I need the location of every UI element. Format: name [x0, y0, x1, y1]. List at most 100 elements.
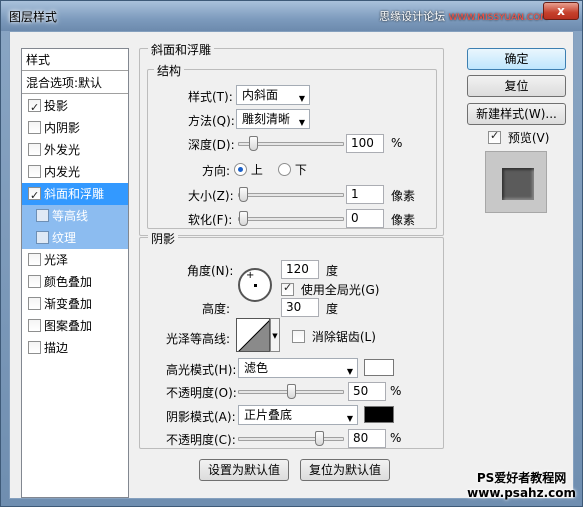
- new-style-button[interactable]: 新建样式(W)...: [467, 103, 566, 125]
- angle-unit: 度: [326, 264, 339, 278]
- style-item[interactable]: 斜面和浮雕: [22, 183, 128, 207]
- style-item[interactable]: 颜色叠加: [22, 271, 128, 293]
- style-item-label: 描边: [44, 341, 69, 355]
- depth-slider[interactable]: [238, 136, 344, 151]
- style-item[interactable]: 图案叠加: [22, 315, 128, 337]
- style-item[interactable]: 描边: [22, 337, 128, 359]
- highlight-opacity-input[interactable]: 50: [348, 382, 386, 401]
- highlight-opacity-slider[interactable]: [238, 384, 344, 399]
- style-item[interactable]: 光泽: [22, 249, 128, 271]
- angle-input[interactable]: 120: [281, 260, 319, 279]
- make-default-button[interactable]: 设置为默认值: [199, 459, 289, 481]
- style-item-label: 斜面和浮雕: [44, 187, 105, 201]
- highlight-color-swatch[interactable]: [364, 359, 394, 376]
- style-item-checkbox[interactable]: [28, 297, 41, 310]
- top-watermark: 思缘设计论坛 WWW.MISSYUAN.COM: [379, 8, 548, 24]
- bevel-style-select[interactable]: 内斜面 ▼: [236, 85, 310, 105]
- soften-slider-thumb[interactable]: [239, 211, 248, 226]
- gloss-contour-picker[interactable]: [236, 318, 270, 352]
- soften-slider[interactable]: [238, 211, 344, 226]
- antialias-option[interactable]: 消除锯齿(L): [292, 328, 376, 345]
- style-item-checkbox[interactable]: [28, 121, 41, 134]
- style-list-header[interactable]: 样式: [22, 49, 128, 71]
- blend-options-item[interactable]: 混合选项:默认: [22, 72, 128, 94]
- global-light-option[interactable]: 使用全局光(G): [281, 281, 380, 298]
- preview-thumbnail: [502, 168, 534, 200]
- style-item[interactable]: 内发光: [22, 161, 128, 183]
- shadow-mode-value: 正片叠底: [244, 408, 293, 422]
- style-item-checkbox[interactable]: [28, 275, 41, 288]
- shading-group-title: 阴影: [148, 230, 179, 247]
- depth-input[interactable]: 100: [346, 134, 384, 153]
- reset-to-default-button[interactable]: 复位为默认值: [300, 459, 390, 481]
- highlight-opacity-thumb[interactable]: [287, 384, 296, 399]
- ok-button[interactable]: 确定: [467, 48, 566, 70]
- shadow-opacity-input[interactable]: 80: [348, 429, 386, 448]
- direction-up-radio[interactable]: [234, 163, 247, 176]
- style-item-checkbox[interactable]: [28, 165, 41, 178]
- bevel-group-title: 斜面和浮雕: [148, 41, 215, 58]
- style-item[interactable]: 内阴影: [22, 117, 128, 139]
- bottom-watermark: PS爱好者教程网 www.psahz.com: [467, 471, 576, 501]
- style-item-label: 投影: [44, 99, 69, 113]
- bottom-watermark-line1: PS爱好者教程网: [476, 471, 567, 485]
- style-item-checkbox[interactable]: [28, 97, 41, 119]
- soften-unit: 像素: [391, 213, 416, 227]
- chevron-down-icon: ▼: [298, 94, 305, 103]
- style-item[interactable]: 外发光: [22, 139, 128, 161]
- highlight-mode-label: 高光模式(H):: [166, 363, 237, 377]
- technique-value: 雕刻清晰: [242, 112, 291, 126]
- top-watermark-url: WWW.MISSYUAN.COM: [448, 13, 548, 23]
- shadow-opacity-slider[interactable]: [238, 431, 344, 446]
- reset-button[interactable]: 复位: [467, 75, 566, 97]
- size-slider[interactable]: [238, 187, 344, 202]
- shadow-mode-select[interactable]: 正片叠底 ▼: [238, 405, 358, 425]
- soften-input[interactable]: 0: [346, 209, 384, 228]
- bevel-group: 斜面和浮雕 结构 样式(T): 内斜面 ▼ 方法(Q): 雕刻清晰 ▼ 深度(D…: [139, 41, 444, 236]
- style-item-label: 外发光: [44, 143, 81, 157]
- direction-down-option[interactable]: 下: [278, 161, 307, 178]
- style-item-label: 图案叠加: [44, 319, 93, 333]
- shadow-opacity-thumb[interactable]: [315, 431, 324, 446]
- style-item[interactable]: 投影: [22, 95, 128, 119]
- style-item-checkbox[interactable]: [28, 253, 41, 266]
- angle-crosshair-icon: +: [246, 270, 255, 281]
- window-title: 图层样式: [9, 10, 58, 24]
- shadow-mode-label: 阴影模式(A):: [166, 410, 236, 424]
- shadow-opacity-unit: %: [390, 431, 402, 445]
- style-item-checkbox[interactable]: [28, 143, 41, 156]
- style-item-checkbox[interactable]: [28, 341, 41, 354]
- antialias-checkbox[interactable]: [292, 330, 305, 343]
- contour-dropdown-button[interactable]: ▼: [270, 318, 280, 352]
- direction-up-option[interactable]: 上: [234, 161, 263, 178]
- style-item-checkbox[interactable]: [36, 231, 49, 244]
- style-list: 样式 混合选项:默认 投影内阴影外发光内发光斜面和浮雕等高线纹理光泽颜色叠加渐变…: [21, 48, 129, 498]
- direction-down-radio[interactable]: [278, 163, 291, 176]
- highlight-opacity-unit: %: [390, 384, 402, 398]
- close-button[interactable]: x: [543, 2, 579, 20]
- style-item-checkbox[interactable]: [36, 209, 49, 222]
- preview-checkbox[interactable]: [488, 129, 501, 144]
- style-item-checkbox[interactable]: [28, 319, 41, 332]
- style-item[interactable]: 等高线: [22, 205, 128, 227]
- size-input[interactable]: 1: [346, 185, 384, 204]
- direction-down-label: 下: [294, 163, 307, 177]
- depth-slider-thumb[interactable]: [249, 136, 258, 151]
- title-bar: 图层样式 思缘设计论坛 WWW.MISSYUAN.COM x: [1, 1, 582, 31]
- style-item[interactable]: 渐变叠加: [22, 293, 128, 315]
- technique-select[interactable]: 雕刻清晰 ▼: [236, 109, 310, 129]
- preview-option[interactable]: 预览(V): [488, 129, 549, 146]
- style-item-checkbox[interactable]: [28, 185, 41, 207]
- altitude-input[interactable]: 30: [281, 298, 319, 317]
- direction-up-label: 上: [250, 163, 263, 177]
- highlight-mode-value: 滤色: [244, 361, 269, 375]
- highlight-mode-select[interactable]: 滤色 ▼: [238, 358, 358, 378]
- global-light-checkbox[interactable]: [281, 281, 294, 296]
- angle-dial[interactable]: +: [238, 268, 272, 302]
- style-preview: [485, 151, 547, 213]
- style-label: 样式(T):: [188, 90, 233, 104]
- style-item-label: 纹理: [52, 231, 77, 245]
- size-slider-thumb[interactable]: [239, 187, 248, 202]
- shadow-color-swatch[interactable]: [364, 406, 394, 423]
- style-item[interactable]: 纹理: [22, 227, 128, 249]
